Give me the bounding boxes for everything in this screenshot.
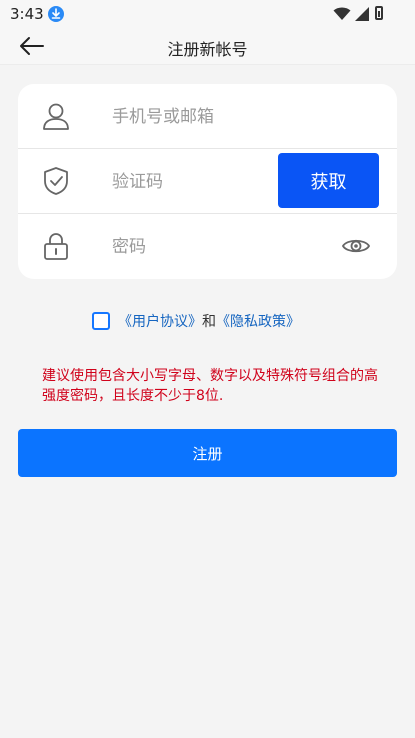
get-code-button[interactable]: 获取 [278, 153, 379, 208]
battery-icon [375, 6, 383, 20]
phone-email-input[interactable] [110, 102, 374, 132]
agreement-and-text: 和 [202, 314, 216, 330]
privacy-policy-link[interactable]: 《隐私政策》 [216, 311, 300, 331]
page-title: 注册新帐号 [167, 40, 248, 59]
status-time: 3:43 [10, 5, 44, 23]
agreement-row: 《用户协议》 和 《隐私政策》 [92, 310, 300, 332]
title-bar: 注册新帐号 [0, 28, 415, 65]
shield-check-icon [40, 165, 72, 197]
signal-icon [355, 6, 369, 25]
phone-row [18, 84, 397, 148]
register-button[interactable]: 注册 [18, 429, 397, 477]
user-icon [40, 100, 72, 132]
agreement-checkbox[interactable] [92, 312, 110, 330]
password-hint: 建议使用包含大小写字母、数字以及特殊符号组合的高强度密码，且长度不少于8位. [42, 368, 378, 404]
status-bar: 3:43 [0, 0, 415, 28]
password-row [18, 214, 397, 278]
download-icon [48, 6, 64, 22]
password-input[interactable] [110, 232, 314, 262]
code-row: 获取 [18, 149, 397, 213]
user-agreement-link[interactable]: 《用户协议》 [118, 311, 202, 331]
verification-code-input[interactable] [110, 167, 274, 197]
register-form-card: 获取 [18, 84, 397, 279]
eye-icon[interactable] [341, 232, 371, 260]
wifi-icon [333, 6, 351, 25]
lock-icon [40, 230, 72, 262]
